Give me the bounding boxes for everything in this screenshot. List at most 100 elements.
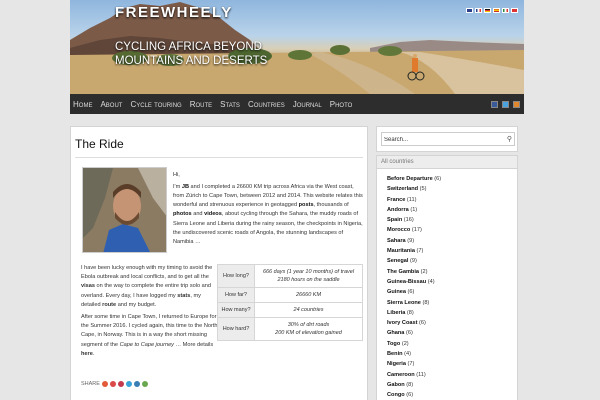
search-input[interactable] [384,134,499,145]
country-count: (2) [401,340,409,347]
route-link[interactable]: route [102,302,116,308]
country-count: (5) [419,186,427,193]
share-twitter-icon[interactable] [125,381,132,387]
country-link[interactable]: Guinea [387,289,406,295]
german-flag-icon[interactable] [484,8,491,13]
country-link[interactable]: Cameroon [387,372,415,378]
jb-link[interactable]: JB [182,184,189,190]
table-row: How many? 24 countries [217,302,363,318]
country-link[interactable]: Guinea-Bissau [387,279,426,285]
country-link[interactable]: Senegal [387,258,408,264]
videos-link[interactable]: videos [204,211,222,217]
nav-item-journal[interactable]: Journal [289,100,326,109]
italian-flag-icon[interactable] [502,8,509,13]
intro-paragraph: I'm JB and I completed a 26600 KM trip a… [173,183,363,245]
countries-heading: All countries [377,156,517,169]
nav-item-about[interactable]: About [96,100,126,109]
here-link[interactable]: here [81,351,93,357]
visas-link[interactable]: visas [81,283,95,289]
stats-link[interactable]: stats [177,293,190,299]
country-link[interactable]: Andorra [387,207,409,213]
nav-item-route[interactable]: Route [186,100,216,109]
list-item: Ghana (6) [387,328,517,338]
countries-widget: All countries Before Departure (6) Switze… [376,155,518,400]
share-label: SHARE [81,381,100,387]
country-count: (6) [405,330,413,337]
country-link[interactable]: France [387,197,405,203]
table-row: How long? 666 days (1 year 10 months) of… [217,264,363,288]
posts-link[interactable]: posts [299,202,314,208]
nav-item-stats[interactable]: Stats [216,100,244,109]
intro-text: Hi, I'm JB and I completed a 26600 KM tr… [173,171,363,250]
country-link[interactable]: Congo [387,392,405,398]
spanish-flag-icon[interactable] [493,8,500,13]
french-flag-icon[interactable] [475,8,482,13]
title-divider [75,157,363,158]
country-count: (4) [427,278,435,285]
share-google-icon[interactable] [109,381,116,387]
nav-item-photo[interactable]: Photo [326,100,357,109]
country-link[interactable]: The Gambia [387,269,419,275]
share-email-icon[interactable] [141,381,148,387]
country-count: (6) [419,320,426,327]
social-icons [491,100,524,108]
country-link[interactable]: Ivory Coast [387,320,417,326]
list-item: Sierra Leone (8) [387,298,517,308]
rss-icon[interactable] [513,100,520,108]
facebook-icon[interactable] [491,100,498,108]
share-linkedin-icon[interactable] [133,381,140,387]
country-link[interactable]: Before Departure [387,176,433,182]
main-content: The Ride Hi, I'm JB and I completed a 26… [70,126,368,400]
list-item: Andorra (1) [387,205,517,215]
list-item: France (11) [387,195,517,205]
share-bar: SHARE [81,381,148,387]
nav-item-home[interactable]: Home [70,100,96,109]
list-item: Spain (16) [387,215,517,225]
return-paragraph: After some time in Cape Town, I returned… [81,314,218,357]
nav-item-countries[interactable]: Countries [244,100,289,109]
country-link[interactable]: Sahara [387,238,406,244]
nav-item-cycle-touring[interactable]: Cycle touring [126,100,185,109]
country-link[interactable]: Liberia [387,310,405,316]
country-link[interactable]: Gabon [387,382,405,388]
list-item: Nigeria (7) [387,359,517,369]
country-count: (17) [411,227,422,234]
country-link[interactable]: Ghana [387,330,404,336]
table-row: How hard? 30% of dirt roads 200 KM of ele… [217,317,363,341]
table-row: How far? 26660 KM [217,287,363,303]
share-pinterest-icon[interactable] [117,381,124,387]
list-item: Guinea (6) [387,287,517,297]
page-title: The Ride [75,137,124,151]
fact-label: How many? [217,302,255,318]
search-icon[interactable]: ⚲ [507,135,512,143]
country-link[interactable]: Morocco [387,227,410,233]
country-link[interactable]: Togo [387,341,400,347]
country-link[interactable]: Mauritania [387,248,415,254]
share-facebook-icon[interactable] [101,381,108,387]
list-item: Ivory Coast (6) [387,318,517,328]
country-count: (6) [406,392,414,399]
twitter-icon[interactable] [502,100,509,108]
country-count: (9) [410,258,417,265]
fact-value: 24 countries [254,302,363,318]
country-count: (7) [416,248,424,255]
country-link[interactable]: Benin [387,351,403,357]
country-count: (7) [407,361,415,368]
facts-table: How long? 666 days (1 year 10 months) of… [217,264,363,341]
list-item: Morocco (17) [387,225,517,235]
country-link[interactable]: Sierra Leone [387,300,421,306]
country-count: (11) [406,196,417,203]
list-item: Senegal (9) [387,256,517,266]
country-list: Before Departure (6) Switzerland (5) Franc… [377,169,517,400]
english-flag-icon[interactable] [466,8,473,13]
list-item: Benin (4) [387,349,517,359]
site-title[interactable]: FREEWHEELY [115,4,233,21]
country-link[interactable]: Nigeria [387,361,406,367]
photos-link[interactable]: photos [173,211,192,217]
country-link[interactable]: Spain [387,217,402,223]
swiss-flag-icon[interactable] [511,8,518,13]
cape-to-cape-link[interactable]: Cape to Cape journey [120,342,174,348]
list-item: Guinea-Bissau (4) [387,277,517,287]
fact-value: 30% of dirt roads 200 KM of elevation gai… [254,317,363,341]
country-link[interactable]: Switzerland [387,186,418,192]
